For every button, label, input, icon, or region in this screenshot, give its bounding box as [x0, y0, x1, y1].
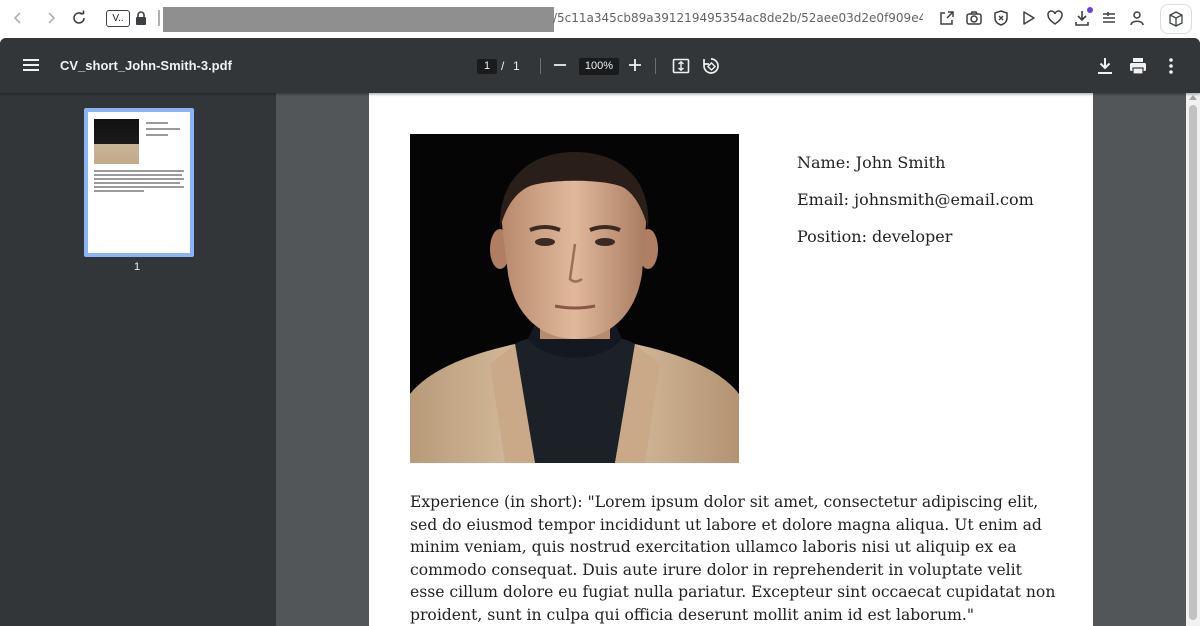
- portrait-image: [410, 134, 739, 463]
- forward-icon: [48, 12, 56, 24]
- cv-email: Email: johnsmith@email.com: [797, 190, 1034, 209]
- document-canvas: Name: John Smith Email: johnsmith@email.…: [276, 93, 1186, 626]
- rotate-icon[interactable]: [701, 56, 721, 76]
- vertical-scrollbar[interactable]: [1186, 93, 1200, 626]
- thumbnail-text-line: [94, 186, 184, 188]
- thumbnail-text-line: [94, 190, 144, 192]
- extension-icon: [1169, 11, 1183, 27]
- pdf-toolbar: CV_short_John-Smith-3.pdf 1 / 1 100%: [0, 38, 1200, 93]
- hamburger-menu-icon[interactable]: [22, 58, 40, 72]
- play-icon[interactable]: [1019, 9, 1037, 27]
- cv-name: Name: John Smith: [797, 153, 946, 172]
- menu-lines-icon[interactable]: [1100, 9, 1118, 27]
- scrollbar-thumb[interactable]: [1189, 105, 1197, 620]
- lock-icon[interactable]: [135, 11, 147, 25]
- thumbnail-photo: [94, 119, 139, 164]
- cv-position: Position: developer: [797, 227, 953, 246]
- pdf-viewer: CV_short_John-Smith-3.pdf 1 / 1 100% 1 N…: [0, 38, 1200, 626]
- zoom-level-input[interactable]: 100%: [579, 58, 619, 75]
- reload-button[interactable]: [68, 7, 90, 29]
- profile-photo: [410, 134, 739, 463]
- toolbar-divider: [655, 58, 656, 74]
- site-info-badge[interactable]: V..: [106, 10, 130, 27]
- print-icon[interactable]: [1128, 56, 1148, 76]
- profile-icon[interactable]: [1128, 9, 1146, 27]
- page-total: 1: [513, 59, 520, 73]
- back-icon: [13, 12, 21, 24]
- pdf-download-icon[interactable]: [1095, 56, 1115, 76]
- shield-icon[interactable]: [992, 9, 1010, 27]
- zoom-out-icon[interactable]: [552, 57, 568, 73]
- page-number-input[interactable]: 1: [477, 59, 497, 74]
- back-button[interactable]: [7, 7, 29, 29]
- thumbnail-page-number: 1: [134, 261, 141, 273]
- url-redacted-block: [163, 7, 554, 32]
- scroll-up-arrow-icon[interactable]: [1189, 95, 1197, 100]
- thumbnail-text-line: [146, 134, 168, 136]
- thumbnail-text-line: [146, 122, 168, 124]
- thumbnail-text-line: [94, 170, 184, 172]
- thumbnail-text-line: [94, 178, 184, 180]
- camera-icon[interactable]: [965, 9, 983, 27]
- thumbnail-sidebar: 1: [0, 93, 276, 626]
- document-title: CV_short_John-Smith-3.pdf: [60, 58, 232, 73]
- forward-button[interactable]: [40, 7, 62, 29]
- fit-to-page-icon[interactable]: [672, 57, 690, 75]
- thumbnail-page: [88, 112, 190, 253]
- thumbnail-text-line: [94, 174, 182, 176]
- pdf-page: Name: John Smith Email: johnsmith@email.…: [369, 93, 1093, 626]
- toolbar-divider: [540, 58, 541, 74]
- heart-icon[interactable]: [1046, 9, 1064, 27]
- zoom-in-icon[interactable]: [627, 57, 643, 73]
- page-separator: /: [501, 59, 505, 73]
- download-badge: [1087, 7, 1093, 13]
- thumbnail-text-line: [94, 182, 180, 184]
- share-icon[interactable]: [938, 9, 956, 27]
- extension-button[interactable]: [1160, 4, 1192, 34]
- browser-toolbar: V.. /5c11a345cb89a391219495354ac8de2b/52…: [0, 0, 1200, 38]
- url-cursor: [158, 10, 160, 26]
- page-thumbnail[interactable]: [84, 108, 194, 257]
- reload-icon: [73, 10, 85, 24]
- more-options-icon[interactable]: [1161, 56, 1181, 76]
- thumbnail-text-line: [146, 128, 180, 130]
- address-bar-url[interactable]: /5c11a345cb89a391219495354ac8de2b/52aee0…: [553, 11, 923, 25]
- cv-experience: Experience (in short): "Lorem ipsum dolo…: [410, 493, 1056, 624]
